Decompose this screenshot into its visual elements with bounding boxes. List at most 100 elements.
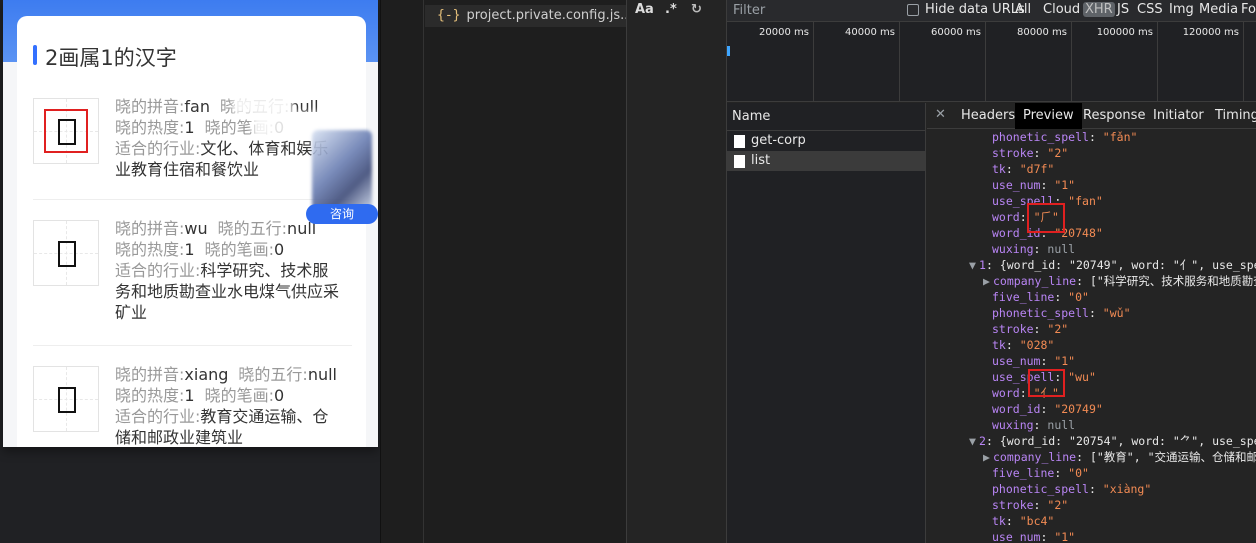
- json-file-icon: {-}: [437, 8, 461, 23]
- json-line[interactable]: phonetic_spell: "fǎn": [927, 129, 1256, 145]
- json-line[interactable]: ▼ 2: {word_id: "20754", word: "⺈", use_sp…: [927, 433, 1256, 449]
- json-value: "fǎn": [1102, 130, 1138, 144]
- timeline-gridline: [1157, 22, 1158, 102]
- json-line[interactable]: use_num: "1": [927, 353, 1256, 369]
- timeline-gridline: [1071, 22, 1072, 102]
- json-line[interactable]: phonetic_spell: "xiàng": [927, 481, 1256, 497]
- filter-type-js[interactable]: JS: [1117, 2, 1129, 17]
- item-divider: [33, 199, 352, 200]
- hide-data-urls-label: Hide data URLs: [925, 2, 1025, 17]
- json-line[interactable]: ▶ company_line: ["教育", "交通运输、仓储和邮政: [927, 449, 1256, 465]
- pinyin-label: 晓的拼音:: [115, 97, 185, 116]
- network-overview-timeline[interactable]: 20000 ms 40000 ms 60000 ms 80000 ms 100000 m…: [727, 22, 1256, 102]
- timeline-label: 100000 ms: [1096, 27, 1153, 38]
- tab-headers[interactable]: Headers: [953, 103, 1023, 129]
- json-value: "0": [1068, 466, 1089, 480]
- json-line[interactable]: ▼ 1: {word_id: "20749", word: "⺅", use_sp…: [927, 257, 1256, 273]
- filter-type-cloud[interactable]: Cloud: [1043, 2, 1080, 17]
- filter-type-css[interactable]: CSS: [1137, 2, 1163, 17]
- hot-label: 晓的热度:: [115, 386, 185, 405]
- json-value: "0": [1068, 290, 1089, 304]
- close-icon[interactable]: ✕: [935, 107, 946, 122]
- json-line[interactable]: use_num: "1": [927, 529, 1256, 543]
- industry-label: 适合的行业:: [115, 261, 201, 280]
- file-tab[interactable]: {-} project.private.config.js...: [425, 5, 627, 27]
- json-line[interactable]: stroke: "2": [927, 497, 1256, 513]
- json-line[interactable]: use_spell: "wu": [927, 369, 1256, 385]
- json-line[interactable]: use_num: "1": [927, 177, 1256, 193]
- tab-preview[interactable]: Preview: [1015, 103, 1082, 129]
- expand-caret-icon[interactable]: ▼: [969, 433, 979, 449]
- json-line[interactable]: wuxing: null: [927, 241, 1256, 257]
- filter-type-all[interactable]: All: [1015, 2, 1031, 17]
- collapse-caret-icon[interactable]: ▶: [983, 449, 993, 465]
- json-line[interactable]: phonetic_spell: "wǔ": [927, 305, 1256, 321]
- json-key: phonetic_spell: [992, 482, 1089, 496]
- glyph: [34, 367, 100, 433]
- refresh-icon[interactable]: ↻: [691, 2, 702, 17]
- filter-type-fo[interactable]: Fo: [1241, 2, 1256, 17]
- filter-type-media[interactable]: Media: [1199, 2, 1238, 17]
- expand-caret-icon[interactable]: ▼: [969, 257, 979, 273]
- collapse-caret-icon[interactable]: ▶: [983, 273, 993, 289]
- floating-consult-widget[interactable]: 咨询: [306, 130, 378, 228]
- tab-initiator[interactable]: Initiator: [1145, 103, 1212, 129]
- consult-button[interactable]: 咨询: [306, 204, 378, 224]
- request-row[interactable]: list: [727, 151, 925, 171]
- json-line[interactable]: tk: "d7f": [927, 161, 1256, 177]
- industry-value-cont: 务和地质勘查业水电煤气供应采: [115, 282, 340, 301]
- json-line[interactable]: stroke: "2": [927, 321, 1256, 337]
- json-value: "1": [1054, 530, 1076, 543]
- json-line[interactable]: five_line: "0": [927, 289, 1256, 305]
- json-line[interactable]: tk: "028": [927, 337, 1256, 353]
- json-value: "2": [1047, 146, 1069, 160]
- json-key: phonetic_spell: [992, 130, 1089, 144]
- json-key: phonetic_spell: [992, 306, 1089, 320]
- tab-timing[interactable]: Timing: [1207, 103, 1256, 129]
- glyph-grid: [33, 366, 99, 432]
- json-key: stroke: [992, 498, 1034, 512]
- json-line[interactable]: stroke: "2": [927, 145, 1256, 161]
- json-value: null: [1047, 242, 1076, 256]
- json-line[interactable]: word: "⺅": [927, 385, 1256, 401]
- request-row[interactable]: get-corp: [727, 131, 925, 151]
- hide-data-urls-checkbox[interactable]: [907, 4, 919, 16]
- json-line[interactable]: word_id: "20749": [927, 401, 1256, 417]
- json-key: five_line: [992, 290, 1055, 304]
- pinyin-label: 晓的拼音:: [115, 219, 185, 238]
- regex-button[interactable]: .*: [665, 2, 677, 17]
- json-line[interactable]: five_line: "0": [927, 465, 1256, 481]
- json-value: null: [1047, 418, 1076, 432]
- filter-type-xhr[interactable]: XHR: [1083, 2, 1115, 17]
- pinyin-label: 晓的拼音:: [115, 365, 185, 384]
- match-case-button[interactable]: Aa: [635, 2, 654, 17]
- glyph-grid: [33, 220, 99, 286]
- json-key: word: [992, 386, 1020, 400]
- json-line[interactable]: tk: "bc4": [927, 513, 1256, 529]
- filter-input[interactable]: Filter: [733, 3, 765, 18]
- filter-type-img[interactable]: Img: [1169, 2, 1194, 17]
- json-value: {word_id: "20754", word: "⺈", use_spell: [999, 434, 1256, 448]
- request-details: ✕ Headers Preview Response Initiator Timing …: [927, 103, 1256, 543]
- card-title: 2画属1的汉字: [33, 42, 177, 70]
- details-tabs: ✕ Headers Preview Response Initiator Timing: [927, 103, 1256, 129]
- highlight-box: [44, 109, 88, 153]
- json-line[interactable]: use_spell: "fan": [927, 193, 1256, 209]
- name-column-header[interactable]: Name: [727, 103, 925, 131]
- json-key: 1: [979, 258, 986, 272]
- json-line[interactable]: ▶ company_line: ["科学研究、技术服务和地质勘查: [927, 273, 1256, 289]
- timeline-gridline: [985, 22, 986, 102]
- pinyin-value: xiang: [184, 365, 229, 384]
- json-key: 2: [979, 434, 986, 448]
- pinyin-value: fan: [184, 97, 210, 116]
- json-key: tk: [992, 338, 1006, 352]
- industry-value-cont: 矿业: [115, 303, 148, 322]
- industry-line: 适合的行业:科学研究、技术服: [115, 260, 355, 281]
- json-line[interactable]: wuxing: null: [927, 417, 1256, 433]
- json-key: tk: [992, 514, 1006, 528]
- json-line[interactable]: word: "⺁": [927, 209, 1256, 225]
- json-line[interactable]: word_id: "20748": [927, 225, 1256, 241]
- json-value: "2": [1047, 498, 1069, 512]
- pinyin-wuxing-line: 晓的拼音:xiang 晓的五行:null: [115, 364, 355, 385]
- tab-response[interactable]: Response: [1075, 103, 1153, 129]
